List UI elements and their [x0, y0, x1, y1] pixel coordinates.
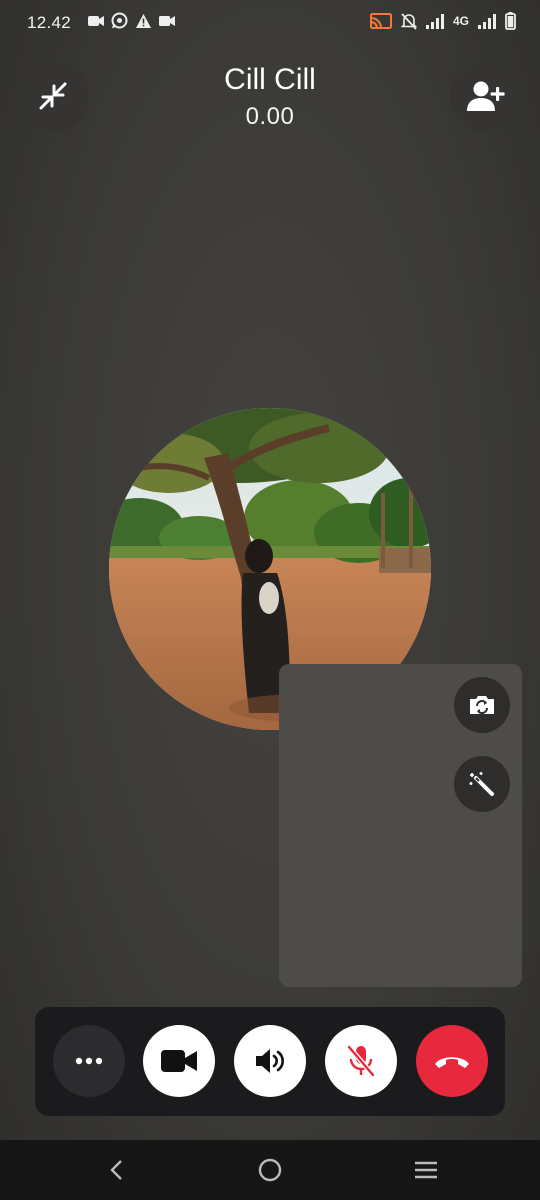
back-icon: [110, 1160, 122, 1180]
effects-wand-icon: [469, 772, 494, 796]
video-record-icon: [159, 15, 175, 26]
network-type: 4G: [452, 14, 469, 28]
system-navigation-bar: [0, 1140, 540, 1200]
add-participant-button[interactable]: [450, 60, 522, 132]
video-toggle-button[interactable]: [143, 1025, 215, 1097]
recents-button[interactable]: [406, 1150, 446, 1190]
flip-camera-button[interactable]: [454, 677, 510, 733]
4g-signal-icon: [478, 13, 496, 29]
end-call-button[interactable]: [416, 1025, 488, 1097]
effects-button[interactable]: [454, 756, 510, 812]
home-icon: [258, 1158, 282, 1182]
mute-button[interactable]: [325, 1025, 397, 1097]
video-camera-icon: [161, 1050, 197, 1072]
video-camera-icon: [88, 15, 104, 26]
warning-icon: [136, 13, 151, 28]
status-right-icons: 4G: [369, 12, 516, 30]
cast-icon: [369, 13, 392, 29]
signal-icon: [425, 13, 444, 29]
more-options-button[interactable]: [53, 1025, 125, 1097]
home-button[interactable]: [250, 1150, 290, 1190]
whatsapp-icon: [111, 12, 128, 29]
status-bar: 12.42 4G: [0, 0, 540, 46]
back-button[interactable]: [96, 1150, 136, 1190]
battery-icon: [505, 12, 516, 30]
status-left-icons: [88, 12, 175, 29]
flip-camera-icon: [470, 696, 494, 714]
more-icon: [75, 1057, 103, 1065]
phone-hangup-icon: [435, 1057, 469, 1068]
status-time: 12.42: [27, 13, 72, 32]
add-person-icon: [467, 81, 505, 111]
speaker-button[interactable]: [234, 1025, 306, 1097]
notifications-off-icon: [400, 12, 417, 30]
speaker-icon: [256, 1049, 284, 1073]
recents-icon: [415, 1161, 437, 1179]
mic-off-icon: [347, 1045, 375, 1077]
